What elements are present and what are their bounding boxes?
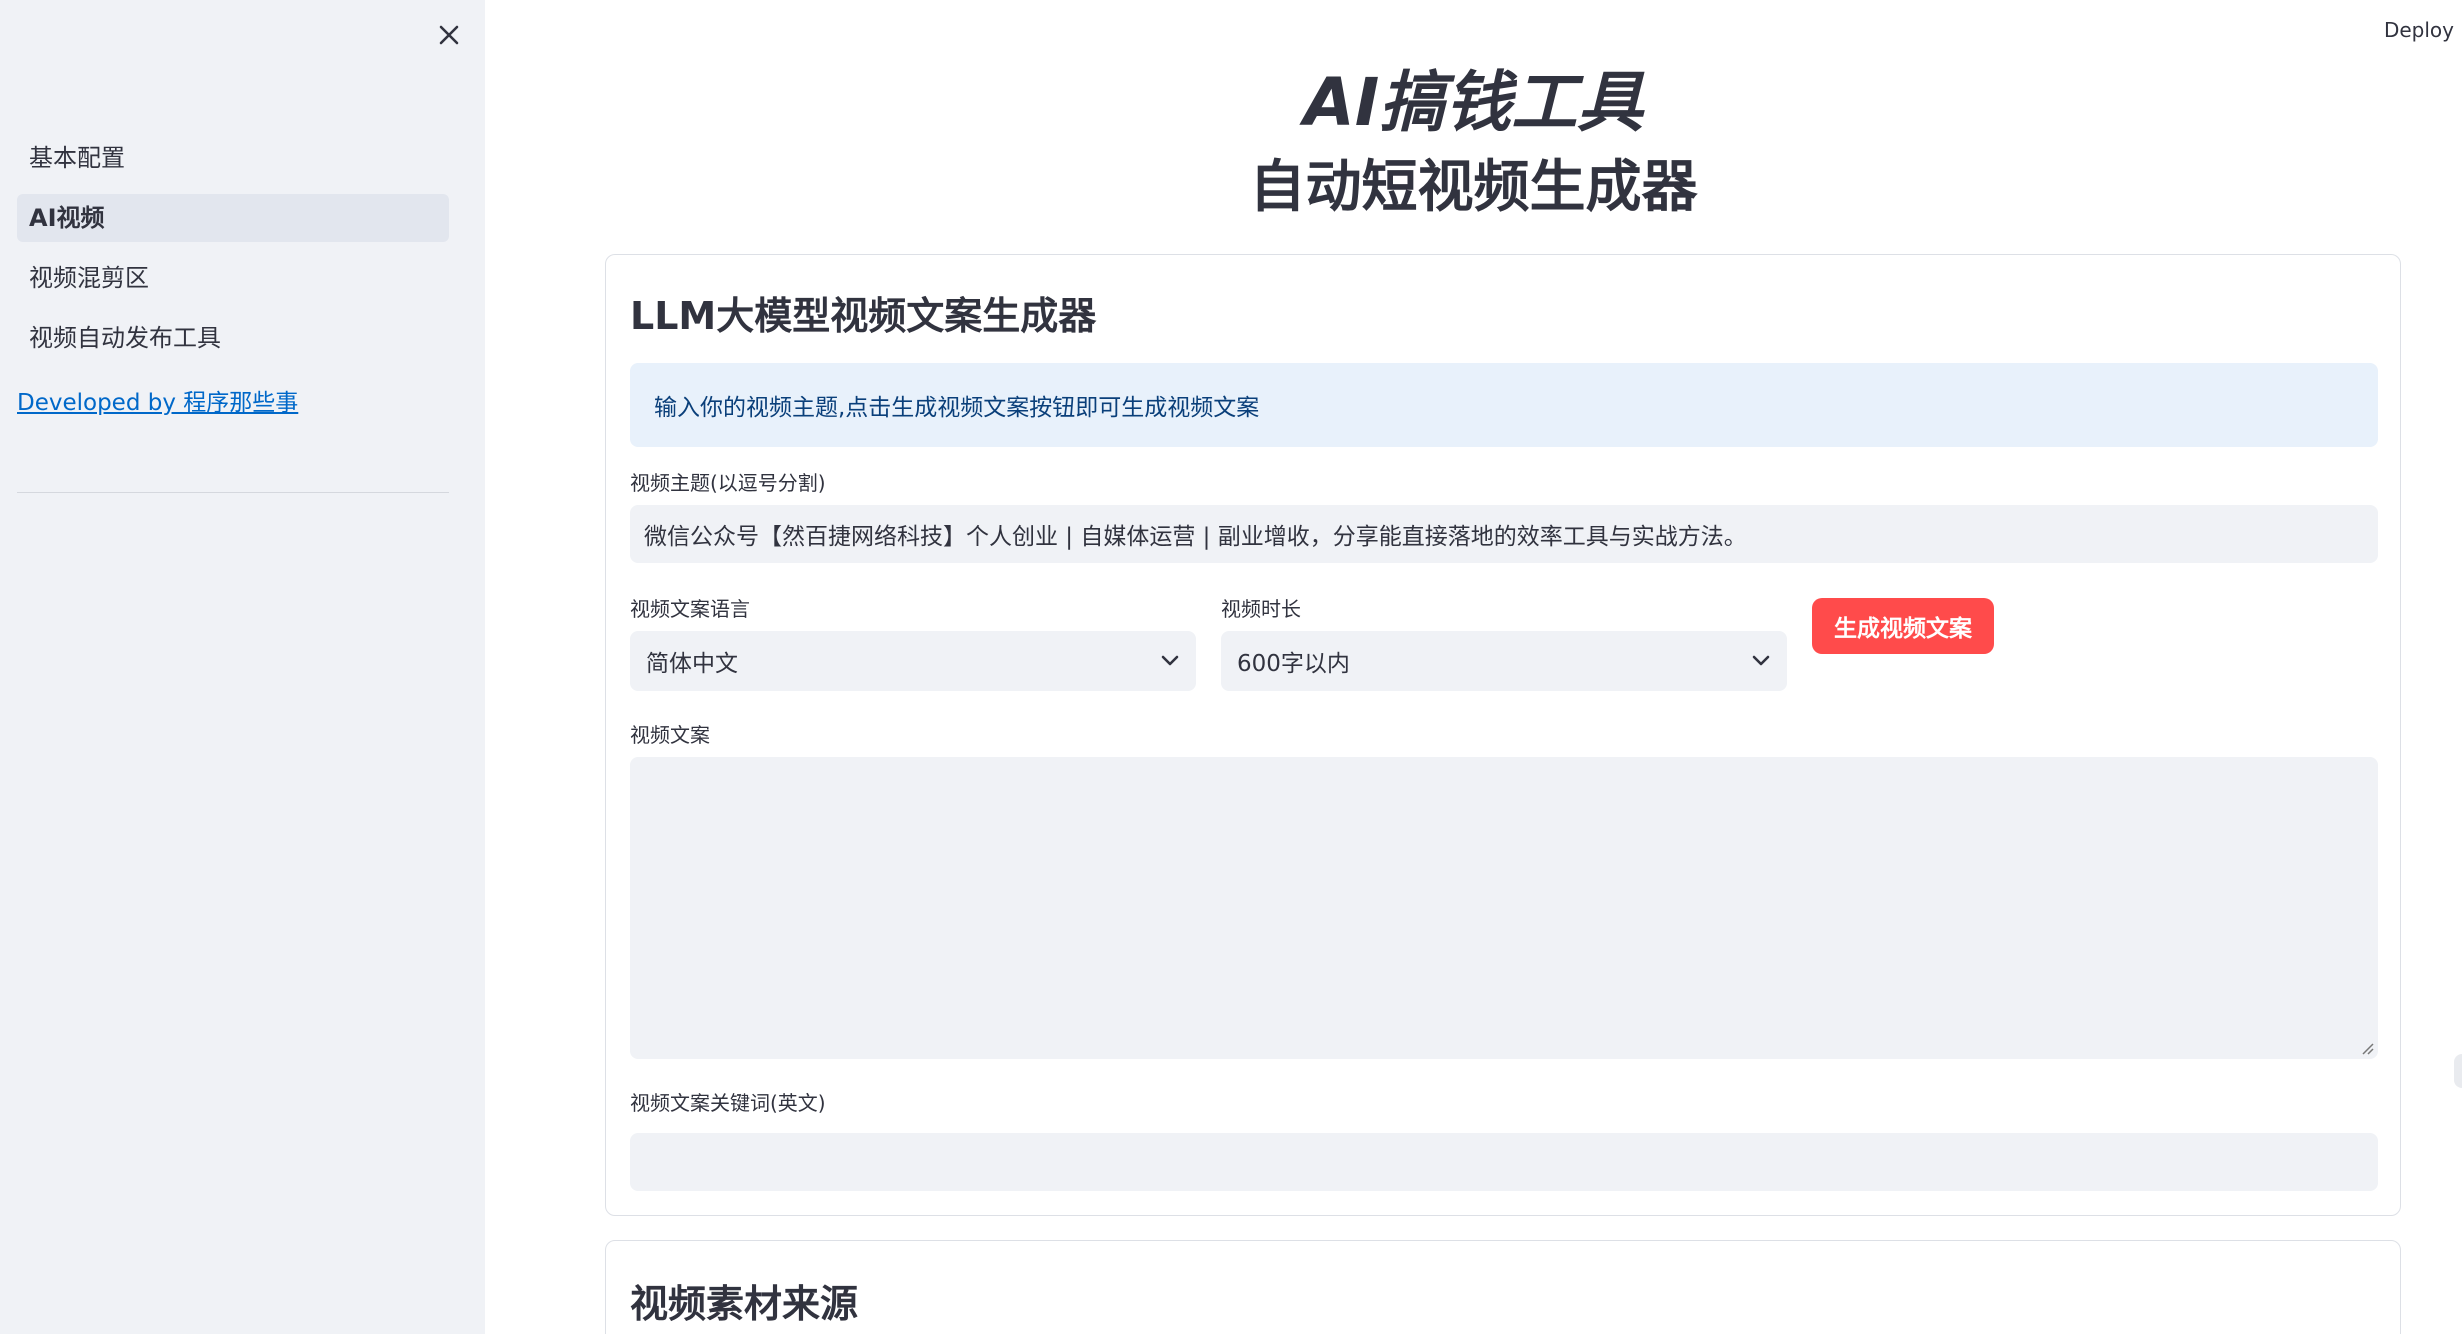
scrollbar-thumb[interactable] bbox=[2454, 1054, 2462, 1088]
sidebar: 基本配置 AI视频 视频混剪区 视频自动发布工具 Developed by 程序… bbox=[0, 0, 485, 1334]
llm-script-generator-card: LLM大模型视频文案生成器 输入你的视频主题,点击生成视频文案按钮即可生成视频文… bbox=[605, 254, 2401, 1216]
script-textarea[interactable] bbox=[630, 757, 2378, 1059]
info-alert: 输入你的视频主题,点击生成视频文案按钮即可生成视频文案 bbox=[630, 363, 2378, 447]
sidebar-item-basic-config[interactable]: 基本配置 bbox=[17, 134, 449, 182]
page-title: AI搞钱工具 bbox=[1303, 64, 1644, 141]
keywords-input[interactable] bbox=[630, 1133, 2378, 1191]
script-label: 视频文案 bbox=[630, 723, 710, 747]
sidebar-divider bbox=[17, 492, 449, 493]
deploy-button[interactable]: Deploy bbox=[2384, 18, 2454, 42]
info-text: 输入你的视频主题,点击生成视频文案按钮即可生成视频文案 bbox=[654, 395, 1260, 421]
sidebar-nav: 基本配置 AI视频 视频混剪区 视频自动发布工具 bbox=[17, 134, 449, 374]
duration-select[interactable]: 600字以内 bbox=[1221, 631, 1787, 691]
sidebar-item-auto-publish[interactable]: 视频自动发布工具 bbox=[17, 314, 449, 362]
page-subtitle: 自动短视频生成器 bbox=[1249, 155, 1698, 220]
sidebar-item-video-mix[interactable]: 视频混剪区 bbox=[17, 254, 449, 302]
video-source-card: 视频素材来源 bbox=[605, 1240, 2401, 1334]
duration-select-value: 600字以内 bbox=[1237, 651, 1350, 677]
developer-link[interactable]: Developed by 程序那些事 bbox=[17, 383, 298, 417]
generate-script-button[interactable]: 生成视频文案 bbox=[1812, 598, 1994, 654]
close-icon bbox=[439, 25, 459, 45]
section-title: 视频素材来源 bbox=[630, 1282, 859, 1326]
sidebar-item-ai-video[interactable]: AI视频 bbox=[17, 194, 449, 242]
close-sidebar-button[interactable] bbox=[432, 18, 466, 52]
language-select-value: 简体中文 bbox=[646, 651, 738, 677]
language-select[interactable]: 简体中文 bbox=[630, 631, 1196, 691]
topic-input[interactable]: 微信公众号【然百捷网络科技】个人创业 | 自媒体运营 | 副业增收，分享能直接落… bbox=[630, 505, 2378, 563]
language-label: 视频文案语言 bbox=[630, 597, 750, 621]
chevron-down-icon bbox=[1161, 655, 1179, 666]
page-header: AI搞钱工具 自动短视频生成器 bbox=[485, 60, 2462, 226]
chevron-down-icon bbox=[1752, 655, 1770, 666]
section-title: LLM大模型视频文案生成器 bbox=[630, 294, 1097, 338]
resize-handle-icon[interactable] bbox=[2360, 1041, 2374, 1055]
topic-input-value: 微信公众号【然百捷网络科技】个人创业 | 自媒体运营 | 副业增收，分享能直接落… bbox=[644, 524, 1747, 550]
duration-label: 视频时长 bbox=[1221, 597, 1301, 621]
topic-label: 视频主题(以逗号分割) bbox=[630, 471, 826, 495]
keywords-label: 视频文案关键词(英文) bbox=[630, 1091, 826, 1115]
